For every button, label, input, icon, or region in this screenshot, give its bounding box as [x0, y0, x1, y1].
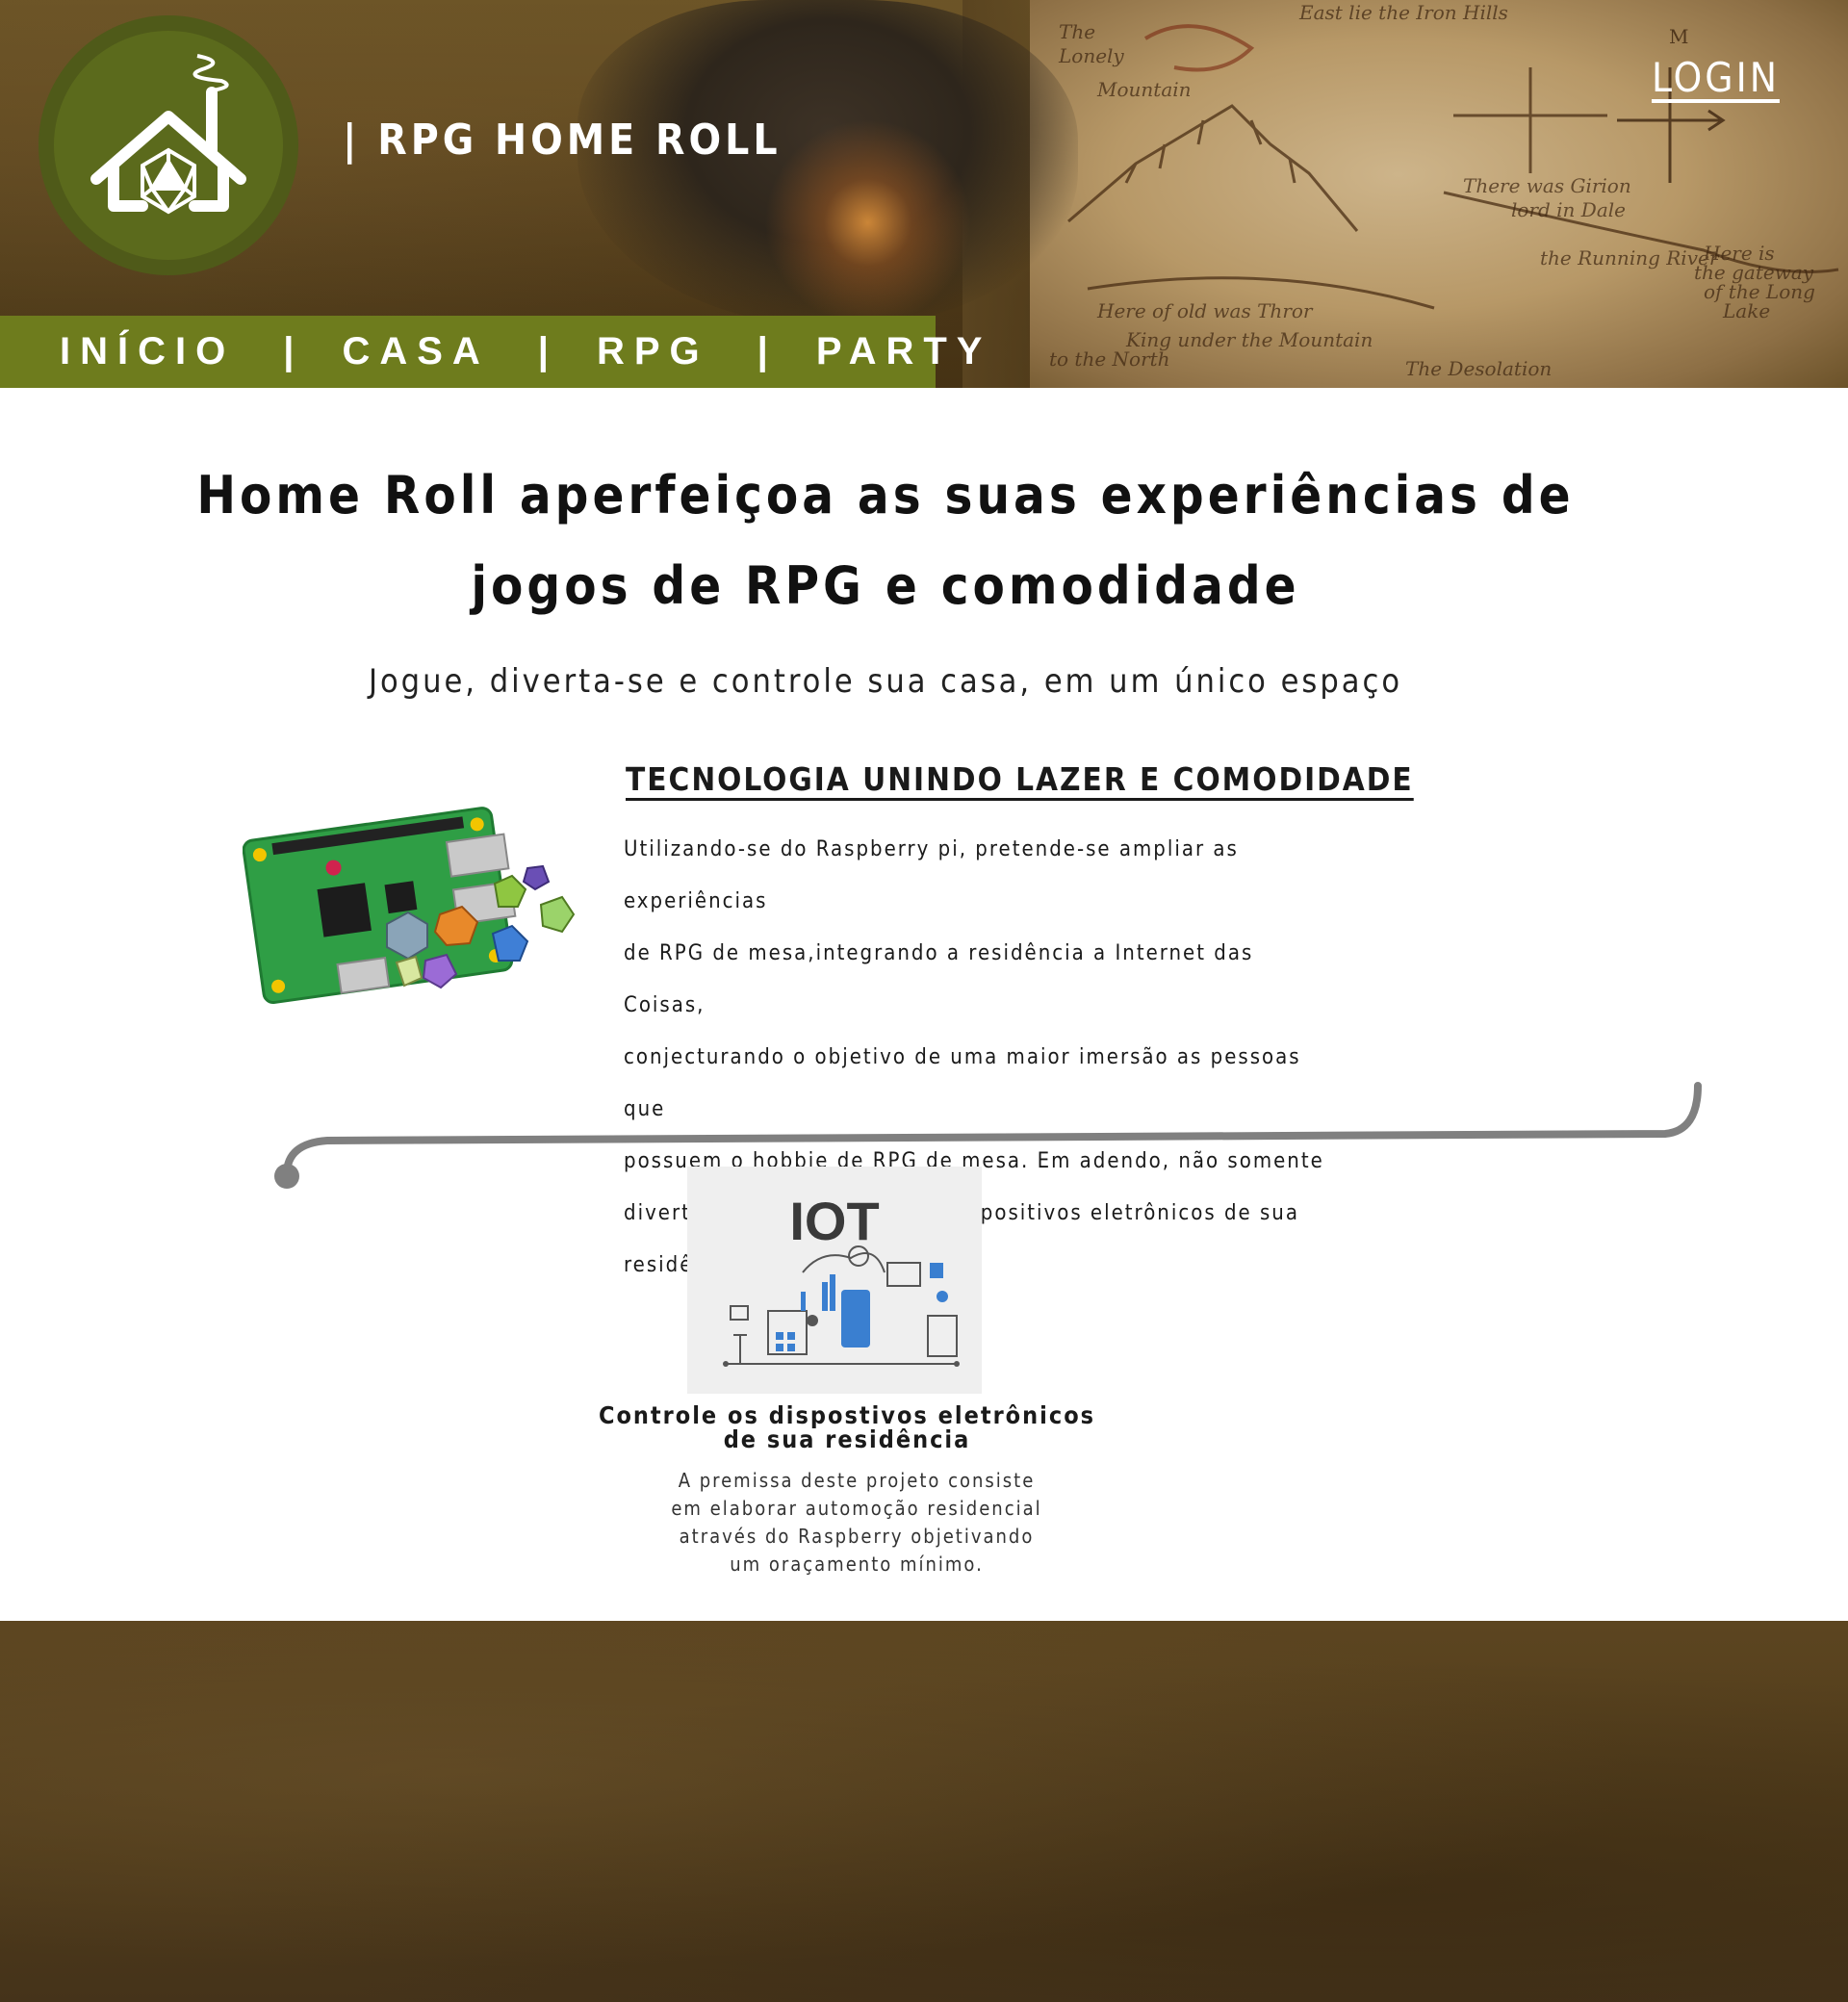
site-header: The Lonely Mountain There was Girion lor…	[0, 0, 1848, 388]
card-line: em elaborar automoção residencial	[671, 1497, 1042, 1520]
svg-text:Lake: Lake	[1722, 299, 1770, 322]
svg-text:The Desolation: The Desolation	[1405, 357, 1552, 380]
iot-image: IOT	[687, 1167, 982, 1394]
svg-text:Lonely: Lonely	[1058, 44, 1124, 67]
page-subheadline: Jogue, diverta-se e controle sua casa, e…	[368, 662, 1403, 701]
card-title-line-1: Controle os dispostivos eletrônicos	[598, 1401, 1096, 1429]
house-d20-logo-icon	[90, 54, 246, 215]
card-title: Controle os dispostivos eletrônicos de s…	[578, 1403, 1116, 1451]
site-title: | RPG HOME ROLL	[343, 116, 782, 165]
card-description: A premissa deste projeto consiste em ela…	[616, 1467, 1097, 1578]
raspberry-pi-dice-image	[243, 807, 576, 1005]
svg-text:to the North: to the North	[1049, 347, 1170, 371]
page-headline: Home Roll aperfeiçoa as suas experiência…	[0, 450, 1771, 631]
svg-text:The: The	[1059, 20, 1095, 43]
iot-illustration-image	[723, 1245, 960, 1367]
section-divider	[274, 1082, 1702, 1189]
nav-separator: |	[757, 330, 768, 372]
nav-item-party[interactable]: PARTY	[816, 330, 992, 373]
compass-label: M	[1669, 25, 1688, 48]
feature-title: TECNOLOGIA UNINDO LAZER E COMODIDADE	[626, 760, 1414, 798]
nav-item-casa[interactable]: CASA	[342, 330, 489, 373]
login-link[interactable]: LOGIN	[1652, 54, 1780, 101]
card-line: um oraçamento mínimo.	[730, 1553, 984, 1576]
card-line: A premissa deste projeto consiste	[678, 1469, 1036, 1492]
main-nav: INÍCIO | CASA | RPG | PARTY	[0, 316, 983, 388]
svg-text:Mountain: Mountain	[1096, 78, 1192, 101]
headline-line-1: Home Roll aperfeiçoa as suas experiência…	[196, 465, 1575, 526]
card-line: através do Raspberry objetivando	[679, 1525, 1035, 1548]
feature-line: de RPG de mesa,integrando a residência a…	[624, 941, 1254, 1017]
headline-line-2: jogos de RPG e comodidade	[471, 555, 1300, 616]
nav-separator: |	[283, 330, 295, 372]
nav-item-inicio[interactable]: INÍCIO	[60, 330, 235, 373]
svg-text:lord in Dale: lord in Dale	[1511, 198, 1626, 221]
site-footer	[0, 1621, 1848, 2002]
nav-separator: |	[537, 330, 549, 372]
feature-line: Utilizando-se do Raspberry pi, pretende-…	[624, 837, 1239, 913]
nav-item-rpg[interactable]: RPG	[597, 330, 709, 373]
svg-text:There was Girion: There was Girion	[1463, 174, 1631, 197]
logo[interactable]	[38, 15, 298, 275]
svg-text:the Running River: the Running River	[1540, 246, 1720, 270]
card-title-line-2: de sua residência	[723, 1425, 971, 1453]
svg-text:Here of old was Thror: Here of old was Thror	[1096, 299, 1314, 322]
svg-text:East lie the Iron Hills: East lie the Iron Hills	[1298, 1, 1508, 24]
